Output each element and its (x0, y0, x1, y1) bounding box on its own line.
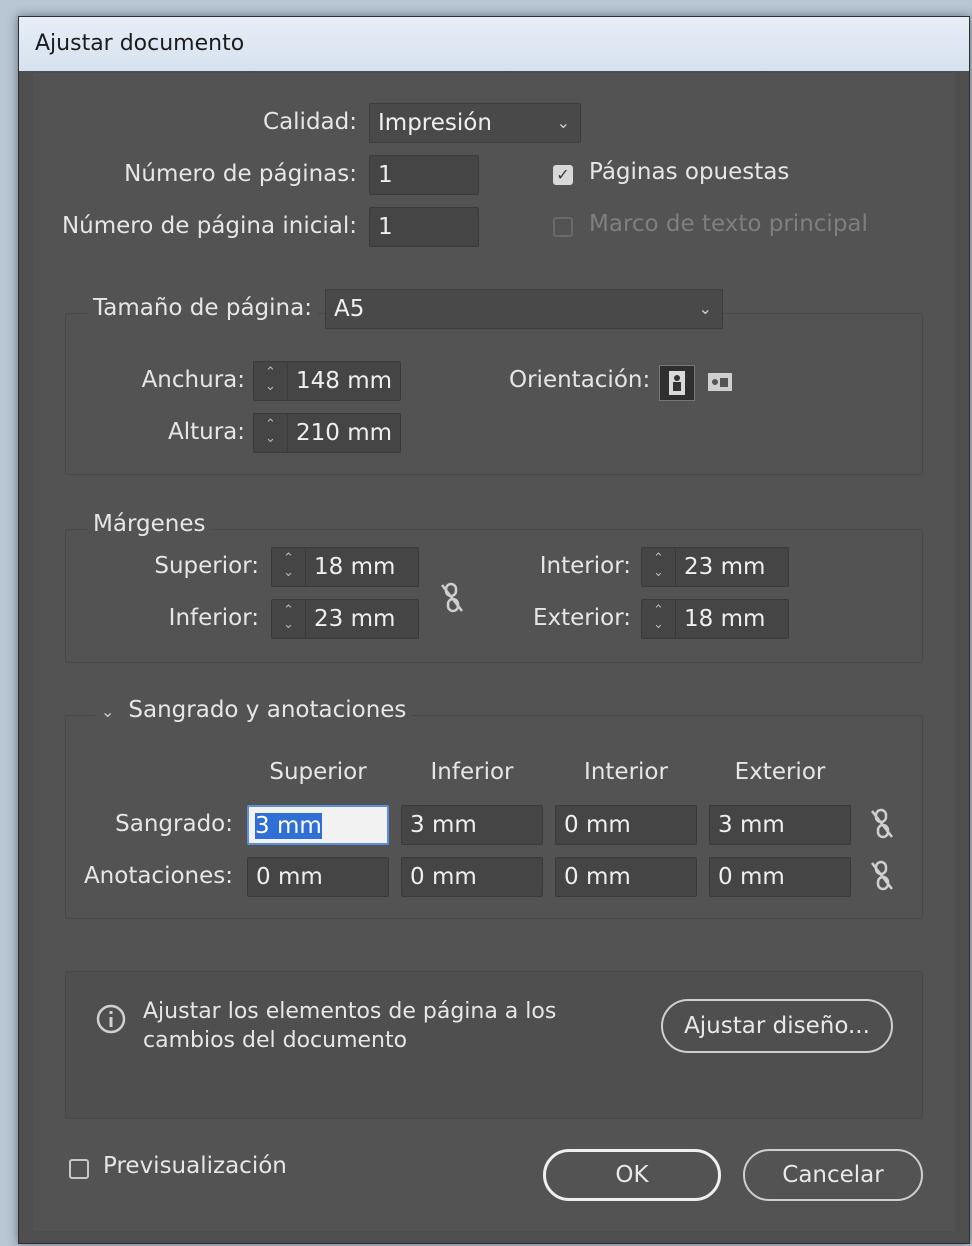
col-header-outside: Exterior (734, 759, 826, 785)
info-icon (95, 1003, 127, 1039)
portrait-icon (669, 371, 685, 395)
height-stepper[interactable]: ⌃ ⌄ 210 mm (253, 413, 401, 453)
page-size-group (65, 313, 923, 475)
preview-checkbox[interactable] (69, 1159, 89, 1179)
unlink-slug-icon[interactable] (869, 859, 895, 897)
margin-outside-value: 18 mm (684, 606, 766, 632)
adjust-info-line1: Ajustar los elementos de página a los (143, 999, 557, 1024)
pages-label: Número de páginas: (124, 161, 357, 187)
bleed-top-input[interactable]: 3 mm (247, 805, 389, 845)
orientation-label: Orientación: (509, 367, 651, 393)
start-page-input[interactable]: 1 (369, 207, 479, 247)
adjust-layout-button[interactable]: Ajustar diseño... (661, 999, 893, 1053)
margin-bottom-value: 23 mm (314, 606, 396, 632)
margins-group (65, 529, 923, 663)
page-size-value: A5 (334, 296, 365, 322)
margin-inside-value: 23 mm (684, 554, 766, 580)
window-title: Ajustar documento (35, 31, 245, 56)
slug-outside-input[interactable]: 0 mm (709, 857, 851, 897)
col-header-bottom: Inferior (430, 759, 514, 785)
height-label: Altura: (167, 419, 245, 445)
width-stepper[interactable]: ⌃ ⌄ 148 mm (253, 361, 401, 401)
bleed-label: Sangrado: (115, 811, 233, 837)
chevron-down-icon: ⌄ (698, 299, 712, 318)
primary-text-frame-checkbox[interactable] (553, 217, 573, 237)
dialog-body: Calidad: Impresión ⌄ Número de páginas: … (33, 73, 955, 1231)
pages-input[interactable]: 1 (369, 155, 479, 195)
width-value: 148 mm (296, 368, 393, 394)
stepper-arrows-icon[interactable]: ⌃ ⌄ (272, 548, 306, 586)
landscape-orientation-button[interactable] (703, 365, 739, 401)
chevron-down-icon: ⌄ (101, 702, 115, 721)
start-page-label: Número de página inicial: (61, 213, 357, 239)
margin-top-value: 18 mm (314, 554, 396, 580)
slug-top-input[interactable]: 0 mm (247, 857, 389, 897)
height-value: 210 mm (296, 420, 393, 446)
stepper-arrows-icon[interactable]: ⌃ ⌄ (642, 600, 676, 638)
cancel-button[interactable]: Cancelar (743, 1149, 923, 1201)
unlink-bleed-icon[interactable] (869, 807, 895, 845)
margin-outside-stepper[interactable]: ⌃ ⌄ 18 mm (641, 599, 789, 639)
title-bar[interactable]: Ajustar documento (19, 17, 969, 71)
adjust-document-dialog: Ajustar documento Calidad: Impresión ⌄ N… (18, 16, 970, 1244)
margin-top-stepper[interactable]: ⌃ ⌄ 18 mm (271, 547, 419, 587)
stepper-arrows-icon[interactable]: ⌃ ⌄ (254, 362, 288, 400)
facing-pages-label: Páginas opuestas (589, 159, 790, 185)
ok-button[interactable]: OK (543, 1149, 721, 1201)
landscape-icon (708, 373, 732, 391)
slug-label: Anotaciones: (83, 863, 233, 889)
quality-label: Calidad: (263, 109, 357, 135)
unlink-margins-icon[interactable] (439, 581, 465, 621)
margin-outside-label: Exterior: (532, 605, 631, 631)
col-header-inside: Interior (584, 759, 668, 785)
bleed-slug-header[interactable]: ⌄ Sangrado y anotaciones (95, 697, 413, 723)
bleed-slug-title: Sangrado y anotaciones (128, 697, 407, 723)
margin-inside-stepper[interactable]: ⌃ ⌄ 23 mm (641, 547, 789, 587)
stepper-arrows-icon[interactable]: ⌃ ⌄ (254, 414, 288, 452)
portrait-orientation-button[interactable] (659, 365, 695, 401)
margins-title: Márgenes (87, 511, 212, 537)
margin-bottom-label: Inferior: (168, 605, 259, 631)
quality-value: Impresión (378, 110, 492, 136)
slug-inside-input[interactable]: 0 mm (555, 857, 697, 897)
chevron-down-icon: ⌄ (556, 113, 570, 132)
margin-bottom-stepper[interactable]: ⌃ ⌄ 23 mm (271, 599, 419, 639)
bleed-bottom-input[interactable]: 3 mm (401, 805, 543, 845)
quality-select[interactable]: Impresión ⌄ (369, 103, 581, 143)
col-header-top: Superior (269, 759, 367, 785)
stepper-arrows-icon[interactable]: ⌃ ⌄ (642, 548, 676, 586)
facing-pages-checkbox[interactable]: ✓ (553, 165, 573, 185)
margin-top-label: Superior: (154, 553, 259, 579)
page-size-select[interactable]: A5 ⌄ (325, 289, 723, 329)
slug-bottom-input[interactable]: 0 mm (401, 857, 543, 897)
width-label: Anchura: (141, 367, 245, 393)
bleed-inside-input[interactable]: 0 mm (555, 805, 697, 845)
adjust-info-line2: cambios del documento (143, 1028, 408, 1053)
bleed-outside-input[interactable]: 3 mm (709, 805, 851, 845)
primary-text-frame-label: Marco de texto principal (589, 211, 868, 237)
preview-label: Previsualización (103, 1153, 287, 1179)
margin-inside-label: Interior: (539, 553, 631, 579)
page-size-label: Tamaño de página: (87, 295, 318, 321)
bleed-top-value: 3 mm (255, 813, 322, 839)
stepper-arrows-icon[interactable]: ⌃ ⌄ (272, 600, 306, 638)
